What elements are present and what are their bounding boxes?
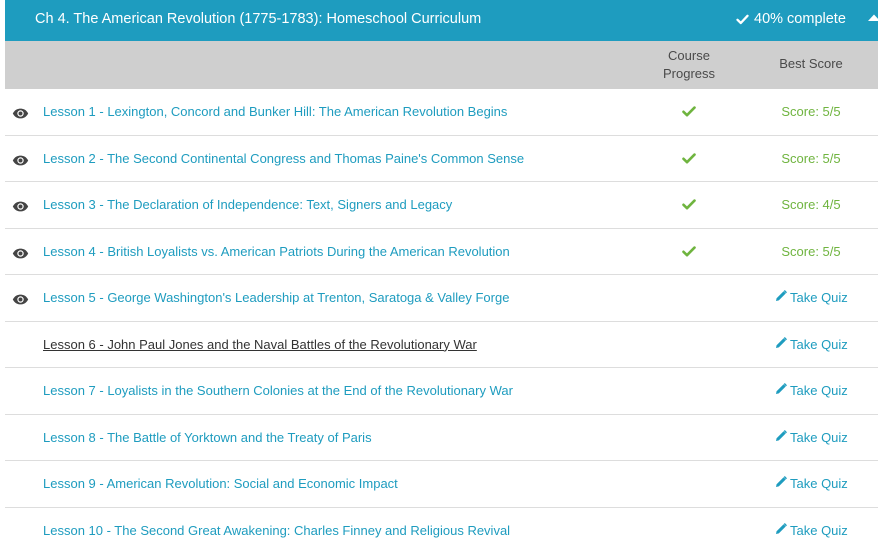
eye-icon <box>12 246 29 264</box>
chapter-header[interactable]: Ch 4. The American Revolution (1775-1783… <box>5 0 878 41</box>
lesson-row: Lesson 4 - British Loyalists vs. America… <box>5 229 878 275</box>
lesson-row: Lesson 1 - Lexington, Concord and Bunker… <box>5 89 878 136</box>
best-score: Score: 5/5 <box>781 104 841 119</box>
lesson-link[interactable]: Lesson 8 - The Battle of Yorktown and th… <box>43 430 372 445</box>
take-quiz-button[interactable]: Take Quiz <box>775 337 848 352</box>
take-quiz-button[interactable]: Take Quiz <box>775 523 848 538</box>
lesson-link[interactable]: Lesson 1 - Lexington, Concord and Bunker… <box>43 104 507 119</box>
take-quiz-label: Take Quiz <box>790 290 848 305</box>
lesson-link[interactable]: Lesson 4 - British Loyalists vs. America… <box>43 244 510 259</box>
pencil-icon <box>775 522 787 538</box>
lesson-link[interactable]: Lesson 5 - George Washington's Leadershi… <box>43 290 509 305</box>
progress-text: 40% complete <box>754 11 846 27</box>
take-quiz-label: Take Quiz <box>790 522 848 538</box>
take-quiz-button[interactable]: Take Quiz <box>775 383 848 398</box>
take-quiz-label: Take Quiz <box>790 336 848 352</box>
take-quiz-label: Take Quiz <box>790 383 848 398</box>
column-header-row: Course Progress Best Score <box>5 41 878 89</box>
lesson-link[interactable]: Lesson 10 - The Second Great Awakening: … <box>43 523 510 538</box>
caret-up-icon[interactable] <box>867 13 878 22</box>
take-quiz-button[interactable]: Take Quiz <box>775 430 848 445</box>
pencil-icon <box>775 429 787 445</box>
pencil-icon <box>775 336 787 352</box>
lesson-link[interactable]: Lesson 7 - Loyalists in the Southern Col… <box>43 383 513 398</box>
check-icon <box>682 151 696 169</box>
progress-summary: 40% complete <box>736 11 846 27</box>
check-icon <box>682 197 696 215</box>
check-icon <box>682 244 696 262</box>
lesson-link[interactable]: Lesson 3 - The Declaration of Independen… <box>43 197 452 212</box>
lesson-row: Lesson 7 - Loyalists in the Southern Col… <box>5 368 878 415</box>
lesson-link[interactable]: Lesson 2 - The Second Continental Congre… <box>43 151 524 166</box>
lesson-list: Lesson 1 - Lexington, Concord and Bunker… <box>5 89 878 551</box>
course-progress-column-header: Course Progress <box>662 48 716 81</box>
chapter-title: Ch 4. The American Revolution (1775-1783… <box>35 11 482 27</box>
check-icon <box>682 104 696 122</box>
pencil-icon <box>775 383 787 398</box>
pencil-icon <box>775 290 787 305</box>
take-quiz-button[interactable]: Take Quiz <box>775 476 848 491</box>
eye-icon <box>12 106 29 124</box>
lesson-row: Lesson 8 - The Battle of Yorktown and th… <box>5 415 878 461</box>
take-quiz-label: Take Quiz <box>790 429 848 445</box>
best-score: Score: 5/5 <box>781 150 841 166</box>
lesson-row: Lesson 3 - The Declaration of Independen… <box>5 182 878 229</box>
lesson-row: Lesson 5 - George Washington's Leadershi… <box>5 275 878 322</box>
best-score-column-header: Best Score <box>779 56 843 71</box>
eye-icon <box>12 199 29 217</box>
lesson-row: Lesson 10 - The Second Great Awakening: … <box>5 508 878 551</box>
eye-icon <box>12 153 29 171</box>
take-quiz-button[interactable]: Take Quiz <box>775 290 848 305</box>
best-score: Score: 4/5 <box>781 197 841 212</box>
take-quiz-label: Take Quiz <box>790 476 848 491</box>
lesson-row: Lesson 2 - The Second Continental Congre… <box>5 136 878 182</box>
lesson-row: Lesson 9 - American Revolution: Social a… <box>5 461 878 508</box>
lesson-link[interactable]: Lesson 6 - John Paul Jones and the Naval… <box>43 337 477 352</box>
pencil-icon <box>775 476 787 491</box>
check-icon <box>736 14 749 24</box>
eye-icon <box>12 292 29 310</box>
lesson-link[interactable]: Lesson 9 - American Revolution: Social a… <box>43 476 398 491</box>
best-score: Score: 5/5 <box>781 243 841 259</box>
lesson-row: Lesson 6 - John Paul Jones and the Naval… <box>5 322 878 368</box>
